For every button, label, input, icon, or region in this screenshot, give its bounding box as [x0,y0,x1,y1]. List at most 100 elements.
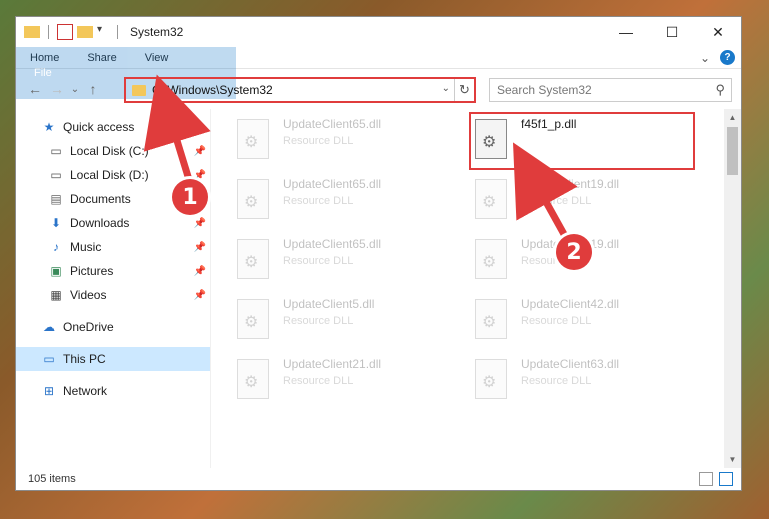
star-icon: ★ [43,120,55,134]
large-icons-view-icon[interactable] [719,472,733,486]
address-dropdown-icon[interactable]: ⌄ [442,83,450,94]
sidebar-item-videos[interactable]: ▦ Videos 📌 [16,283,210,307]
list-item[interactable]: UpdateClient21.dll Resource DLL [237,355,457,407]
file-type: Resource DLL [283,255,354,267]
folder-icon [132,84,146,96]
title-bar: ▾ System32 — ☐ ✕ [16,17,741,47]
sidebar-item-onedrive[interactable]: ☁ OneDrive [16,315,210,339]
address-path[interactable]: C:\Windows\System32 [152,83,273,97]
close-button[interactable]: ✕ [695,17,741,47]
help-icon[interactable]: ? [720,50,735,65]
window-controls: — ☐ ✕ [603,17,741,47]
callout-step-1: 1 [172,179,208,215]
navigation-bar: ← → ⌄ ↑ C:\Windows\System32 ⌄ ↻ Search S… [16,69,741,109]
sidebar-item-downloads[interactable]: ⬇ Downloads 📌 [16,211,210,235]
dll-file-icon [237,119,269,159]
file-name: UpdateClient63.dll [521,357,620,371]
drive-icon: ▭ [50,144,62,158]
dll-file-icon [237,179,269,219]
list-item[interactable]: UpdateClient19.dll Resource DLL [475,175,695,227]
sidebar-item-label: Quick access [63,120,135,134]
music-icon: ♪ [53,240,59,254]
main-area: ★ Quick access ▭ Local Disk (C:) 📌 ▭ Loc… [16,109,741,468]
sidebar-item-label: Videos [70,288,107,302]
sidebar-item-music[interactable]: ♪ Music 📌 [16,235,210,259]
sidebar-item-label: This PC [63,352,106,366]
sidebar-item-label: Pictures [70,264,114,278]
callout-step-2: 2 [556,234,592,270]
file-list: UpdateClient65.dllResource DLL f45f1_p.d… [211,109,741,468]
list-item[interactable]: UpdateClient5.dll Resource DLL [237,295,457,347]
list-item[interactable]: UpdateClient65.dll Resource DLL [237,175,457,227]
sidebar-item-network[interactable]: ⊞ Network [16,379,210,403]
scrollbar-thumb[interactable] [727,127,738,175]
vertical-scrollbar[interactable]: ▲ ▼ [724,109,741,468]
dll-file-icon [475,239,507,279]
expand-ribbon-icon[interactable]: ⌄ [700,51,710,65]
new-folder-icon[interactable] [77,26,93,38]
list-item[interactable]: UpdateClient65.dll Resource DLL [237,235,457,287]
title-divider [117,25,118,39]
dll-file-icon [237,359,269,399]
computer-icon: ▭ [43,352,55,366]
ribbon-tabs: File Home Share View ⌄ ? [16,47,741,99]
details-view-icon[interactable] [699,472,713,486]
forward-button[interactable]: → [46,78,68,100]
file-type: Resource DLL [283,375,354,387]
minimize-button[interactable]: — [603,17,649,47]
list-item[interactable]: UpdateClient42.dll Resource DLL [475,295,695,347]
sidebar-item-label: Documents [70,192,131,206]
file-name: UpdateClient19.dll [521,177,620,191]
refresh-icon[interactable]: ↻ [454,79,474,101]
search-input[interactable]: Search System32 ⚲ [489,78,732,102]
sidebar-item-label: OneDrive [63,320,114,334]
dll-file-icon [475,299,507,339]
videos-icon: ▦ [50,288,62,302]
customize-toolbar-icon[interactable]: ▾ [97,24,113,40]
pin-icon[interactable]: 📌 [194,146,206,157]
up-button[interactable]: ↑ [82,78,104,100]
file-type: Resource DLL [283,315,354,327]
sidebar-item-this-pc[interactable]: ▭ This PC [16,347,210,371]
item-count: 105 items [28,473,76,485]
list-item[interactable]: UpdateClient65.dll Resource DLL [237,115,457,167]
dll-file-icon [475,359,507,399]
file-name: UpdateClient65.dll [283,237,382,251]
properties-icon[interactable] [57,24,73,40]
sidebar-item-local-disk-c[interactable]: ▭ Local Disk (C:) 📌 [16,139,210,163]
file-type: Resource DLL [521,315,592,327]
pin-icon[interactable]: 📌 [194,266,206,277]
documents-icon: ▤ [50,192,62,206]
back-button[interactable]: ← [24,78,46,100]
sidebar-item-pictures[interactable]: ▣ Pictures 📌 [16,259,210,283]
toolbar-divider [48,25,49,39]
scroll-down-icon[interactable]: ▼ [724,451,741,468]
cloud-icon: ☁ [43,320,55,334]
search-icon[interactable]: ⚲ [715,82,725,98]
file-type: Resource DLL [283,195,354,207]
pictures-icon: ▣ [50,264,62,278]
file-name: UpdateClient65.dll [283,117,382,131]
file-type: Resource DLL [521,195,592,207]
dll-file-icon [237,299,269,339]
file-type: Resource DLL [283,135,354,147]
sidebar-item-label: Local Disk (C:) [70,144,149,158]
sidebar-item-label: Music [70,240,102,254]
pin-icon[interactable]: 📌 [194,290,206,301]
download-icon: ⬇ [50,216,62,230]
file-type: Resource DLL [521,375,592,387]
highlight-box-file [469,112,695,170]
explorer-window: ▾ System32 — ☐ ✕ File Home Share View ⌄ … [15,16,742,491]
file-name: UpdateClient42.dll [521,297,620,311]
sidebar-item-quick-access[interactable]: ★ Quick access [16,115,210,139]
address-bar[interactable]: C:\Windows\System32 ⌄ ↻ [124,77,476,103]
network-icon: ⊞ [43,384,55,398]
folder-icon[interactable] [24,26,40,38]
pin-icon[interactable]: 📌 [194,242,206,253]
list-item[interactable]: UpdateClient63.dll Resource DLL [475,355,695,407]
drive-icon: ▭ [50,168,62,182]
pin-icon[interactable]: 📌 [194,218,206,229]
scroll-up-icon[interactable]: ▲ [724,109,741,126]
maximize-button[interactable]: ☐ [649,17,695,47]
recent-locations-icon[interactable]: ⌄ [68,78,82,100]
